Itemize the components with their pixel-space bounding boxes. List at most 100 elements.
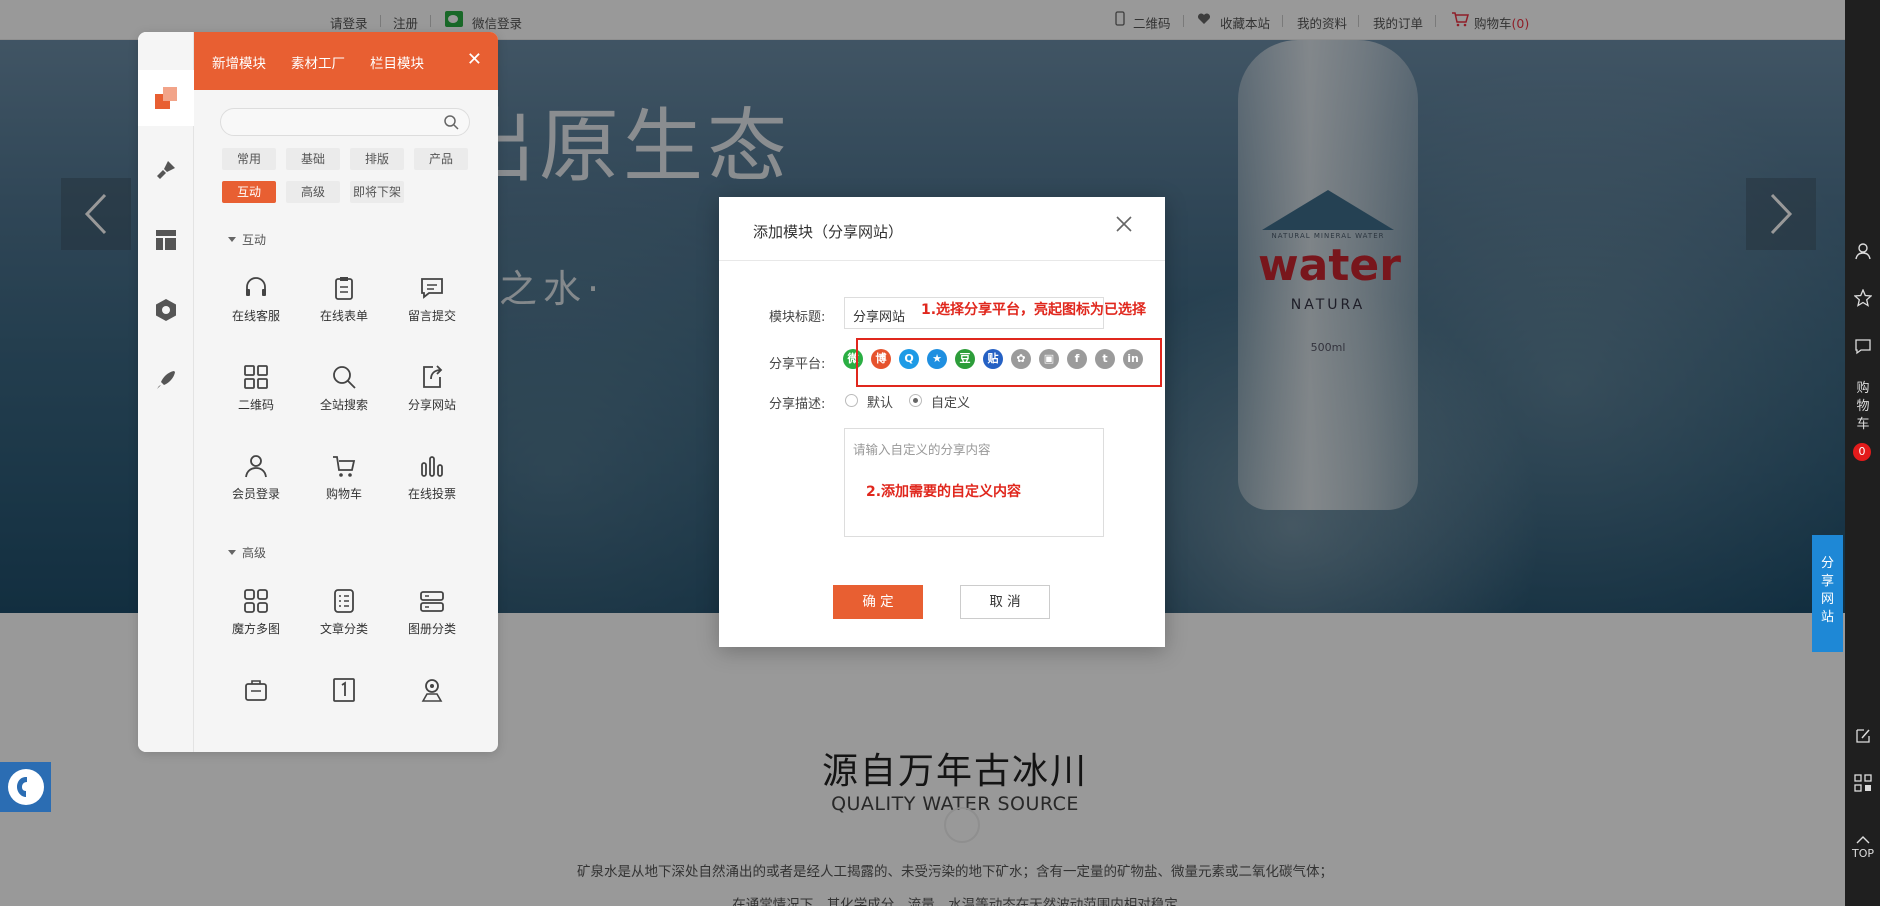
module-label: 图册分类: [407, 622, 456, 636]
briefcase-icon: [245, 680, 267, 701]
headset-icon: [246, 277, 266, 296]
module-label: 购物车: [325, 487, 362, 501]
radio-default[interactable]: [845, 394, 858, 407]
cart-badge: 0: [1853, 443, 1871, 461]
dialog-title: 添加模块（分享网站）: [753, 223, 904, 241]
module-icon: [155, 87, 177, 109]
module-site-search[interactable]: 全站搜索: [300, 364, 388, 434]
module-member-login[interactable]: 会员登录: [212, 453, 300, 523]
cart-char: 物: [1856, 399, 1870, 414]
search-icon: [333, 366, 356, 389]
tab-add-module[interactable]: 新增模块: [212, 52, 266, 72]
module-cube-images[interactable]: 魔方多图: [212, 588, 300, 658]
filter-deprecated[interactable]: 即将下架: [350, 181, 404, 203]
filter-interact[interactable]: 互动: [222, 181, 276, 203]
filter-product[interactable]: 产品: [414, 148, 468, 170]
module-message-submit[interactable]: 留言提交: [388, 275, 476, 345]
module-label: 二维码: [237, 398, 274, 412]
share-tab-char: 网: [1820, 592, 1834, 607]
rail-add-module[interactable]: [138, 70, 194, 126]
group-advanced-label: 高级: [242, 546, 267, 560]
panel-header: 新增模块 素材工厂 栏目模块 ✕: [194, 32, 498, 90]
tab-material-factory[interactable]: 素材工厂: [291, 52, 345, 72]
user-icon[interactable]: [1852, 240, 1874, 262]
platform-field-label: 分享平台:: [769, 357, 826, 372]
module-online-vote[interactable]: 在线投票: [388, 453, 476, 523]
edit-icon[interactable]: [1852, 725, 1874, 747]
rail-launch[interactable]: [138, 352, 194, 408]
cancel-button[interactable]: 取 消: [960, 585, 1050, 619]
top-label: TOP: [1851, 847, 1874, 860]
module-share-site[interactable]: 分享网站: [388, 364, 476, 434]
cart-char: 车: [1856, 417, 1870, 432]
module-label: 文章分类: [319, 622, 368, 636]
module-briefcase[interactable]: [212, 677, 300, 747]
rail-layout[interactable]: [138, 212, 194, 268]
module-search-input[interactable]: [220, 108, 470, 136]
share-site-float-tab[interactable]: 分 享 网 站: [1812, 535, 1843, 652]
module-label: 在线投票: [407, 487, 456, 501]
online-service-button[interactable]: [0, 762, 51, 812]
qrcode-icon: [244, 365, 268, 389]
cart-icon: [333, 456, 356, 477]
annotation-highlight-box: [856, 338, 1162, 387]
group-interact-title[interactable]: 互动: [228, 231, 266, 248]
group-advanced-title[interactable]: 高级: [228, 544, 266, 561]
description-field-label: 分享描述:: [769, 397, 826, 412]
cart-char: 购: [1856, 381, 1870, 396]
share-tab-char: 享: [1820, 574, 1834, 589]
radio-custom-label: 自定义: [931, 396, 971, 411]
user-icon: [245, 455, 267, 478]
rail-style[interactable]: [138, 142, 194, 198]
module-qrcode[interactable]: 二维码: [212, 364, 300, 434]
filter-common[interactable]: 常用: [222, 148, 276, 170]
module-map[interactable]: [388, 677, 476, 747]
module-label: 留言提交: [407, 309, 456, 323]
rail-settings[interactable]: [138, 282, 194, 338]
star-icon[interactable]: [1852, 287, 1874, 309]
share-tab-char: 分: [1820, 556, 1834, 571]
module-online-form[interactable]: 在线表单: [300, 275, 388, 345]
search-icon: [444, 115, 459, 130]
panel-rail: [138, 32, 194, 752]
radio-custom[interactable]: [909, 394, 922, 407]
annotation-add-content: 2.添加需要的自定义内容: [866, 484, 1022, 500]
confirm-button[interactable]: 确 定: [833, 585, 923, 619]
share-icon: [423, 365, 443, 388]
grid-icon: [244, 589, 268, 613]
collapse-triangle-icon: [228, 550, 236, 555]
brush-icon: [157, 161, 175, 179]
tab-column-module[interactable]: 栏目模块: [370, 52, 424, 72]
hexagon-icon: [156, 299, 176, 321]
add-module-dialog: 添加模块（分享网站） 模块标题: 分享网站 1.选择分享平台，亮起图标为已选择 …: [719, 197, 1165, 647]
close-icon[interactable]: ✕: [467, 49, 482, 70]
module-counter[interactable]: [300, 677, 388, 747]
module-label: 会员登录: [231, 487, 280, 501]
sidebar-cart[interactable]: 购 物 车: [1852, 380, 1874, 434]
chat-icon[interactable]: [1852, 335, 1874, 357]
module-label: 在线表单: [319, 309, 368, 323]
article-list-icon: [334, 589, 354, 613]
filter-advanced[interactable]: 高级: [286, 181, 340, 203]
dialog-close-button[interactable]: [1115, 215, 1135, 235]
module-label: 全站搜索: [319, 398, 368, 412]
map-pin-icon: [421, 679, 443, 702]
filter-layout[interactable]: 排版: [350, 148, 404, 170]
qrcode-icon[interactable]: [1852, 772, 1874, 794]
back-to-top-button[interactable]: TOP: [1848, 834, 1878, 860]
title-field-label: 模块标题:: [769, 310, 826, 325]
module-label: 在线客服: [231, 309, 280, 323]
rocket-icon: [157, 371, 175, 389]
dialog-header: 添加模块（分享网站）: [719, 197, 1165, 261]
annotation-select-platform: 1.选择分享平台，亮起图标为已选择: [921, 302, 1147, 318]
module-online-service[interactable]: 在线客服: [212, 275, 300, 345]
service-icon: [7, 769, 44, 805]
filter-basic[interactable]: 基础: [286, 148, 340, 170]
module-article-category[interactable]: 文章分类: [300, 588, 388, 658]
module-shopping-cart[interactable]: 购物车: [300, 453, 388, 523]
module-label: 分享网站: [407, 398, 456, 412]
clipboard-icon: [335, 277, 353, 300]
bar-chart-icon: [421, 456, 443, 477]
radio-default-label: 默认: [867, 396, 894, 411]
module-album-category[interactable]: 图册分类: [388, 588, 476, 658]
